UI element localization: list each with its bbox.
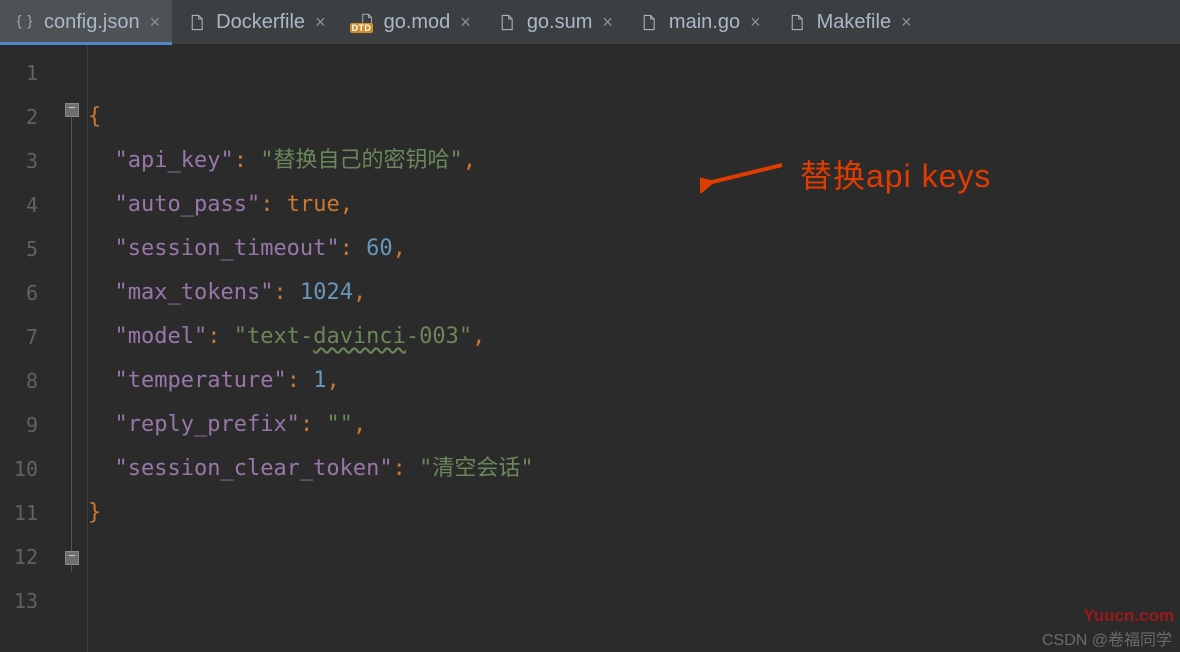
code-line-entry[interactable]: "reply_prefix": "", bbox=[88, 403, 1180, 447]
line-number: 10 bbox=[0, 447, 56, 491]
code-line-close-brace[interactable]: } bbox=[88, 491, 1180, 535]
code-line-entry[interactable]: "session_timeout": 60, bbox=[88, 227, 1180, 271]
code-line-entry[interactable]: "temperature": 1, bbox=[88, 359, 1180, 403]
close-icon[interactable]: × bbox=[315, 13, 326, 31]
dtd-badge-label: DTD bbox=[350, 23, 374, 33]
line-number: 2 bbox=[0, 95, 56, 139]
json-key: "api_key" bbox=[115, 148, 234, 173]
tab-label: Dockerfile bbox=[216, 11, 305, 34]
close-icon[interactable]: × bbox=[750, 13, 761, 31]
line-number: 5 bbox=[0, 227, 56, 271]
watermark-author: CSDN @卷福同学 bbox=[1042, 626, 1172, 650]
code-line-entry[interactable]: "api_key": "替换自己的密钥哈", bbox=[88, 139, 1180, 183]
fold-handle-open[interactable] bbox=[65, 103, 79, 117]
tab-dockerfile[interactable]: Dockerfile × bbox=[172, 0, 337, 44]
code-line-blank[interactable] bbox=[88, 51, 1180, 95]
line-number-gutter: 12345678910111213 bbox=[0, 45, 56, 652]
fold-handle-close[interactable] bbox=[65, 551, 79, 565]
file-icon bbox=[787, 11, 807, 33]
tab-label: go.sum bbox=[527, 11, 593, 34]
json-key: "max_tokens" bbox=[115, 280, 274, 305]
line-number: 12 bbox=[0, 535, 56, 579]
line-number: 11 bbox=[0, 491, 56, 535]
tab-label: main.go bbox=[669, 11, 740, 34]
line-number: 6 bbox=[0, 271, 56, 315]
fold-column bbox=[56, 45, 88, 652]
line-number: 3 bbox=[0, 139, 56, 183]
json-key: "reply_prefix" bbox=[115, 412, 300, 437]
json-file-icon bbox=[14, 11, 34, 33]
json-key: "session_timeout" bbox=[115, 236, 340, 261]
code-line-entry[interactable]: "model": "text-davinci-003", bbox=[88, 315, 1180, 359]
code-editor[interactable]: 12345678910111213 { "api_key": "替换自己的密钥哈… bbox=[0, 45, 1180, 652]
watermark-site: Yuucn.com bbox=[1083, 606, 1174, 626]
fold-guide-line bbox=[71, 117, 72, 572]
json-key: "session_clear_token" bbox=[115, 456, 393, 481]
code-line-entry[interactable]: "max_tokens": 1024, bbox=[88, 271, 1180, 315]
code-line-entry[interactable]: "session_clear_token": "清空会话" bbox=[88, 447, 1180, 491]
tab-go-sum[interactable]: go.sum × bbox=[483, 0, 625, 44]
line-number: 7 bbox=[0, 315, 56, 359]
line-number: 1 bbox=[0, 51, 56, 95]
line-number: 9 bbox=[0, 403, 56, 447]
tab-go-mod[interactable]: DTD go.mod × bbox=[338, 0, 483, 44]
line-number: 4 bbox=[0, 183, 56, 227]
close-icon[interactable]: × bbox=[901, 13, 912, 31]
tab-label: Makefile bbox=[817, 11, 891, 34]
tab-main-go[interactable]: main.go × bbox=[625, 0, 773, 44]
file-icon bbox=[497, 11, 517, 33]
code-line-blank[interactable] bbox=[88, 579, 1180, 623]
tab-label: go.mod bbox=[384, 11, 451, 34]
tab-label: config.json bbox=[44, 11, 140, 34]
tab-bar: config.json × Dockerfile × DTD go.mod × go.s… bbox=[0, 0, 1180, 45]
close-icon[interactable]: × bbox=[602, 13, 613, 31]
json-key: "model" bbox=[115, 324, 208, 349]
tab-makefile[interactable]: Makefile × bbox=[773, 0, 924, 44]
close-icon[interactable]: × bbox=[150, 13, 161, 31]
close-icon[interactable]: × bbox=[460, 13, 471, 31]
file-icon bbox=[186, 11, 206, 33]
json-key: "auto_pass" bbox=[115, 192, 261, 217]
tab-config-json[interactable]: config.json × bbox=[0, 0, 172, 44]
file-icon bbox=[639, 11, 659, 33]
code-content[interactable]: { "api_key": "替换自己的密钥哈", "auto_pass": tr… bbox=[88, 45, 1180, 652]
json-key: "temperature" bbox=[115, 368, 287, 393]
code-line-blank[interactable] bbox=[88, 535, 1180, 579]
code-line-entry[interactable]: "auto_pass": true, bbox=[88, 183, 1180, 227]
line-number: 8 bbox=[0, 359, 56, 403]
line-number: 13 bbox=[0, 579, 56, 623]
dtd-file-icon: DTD bbox=[352, 11, 374, 33]
code-line-open-brace[interactable]: { bbox=[88, 95, 1180, 139]
